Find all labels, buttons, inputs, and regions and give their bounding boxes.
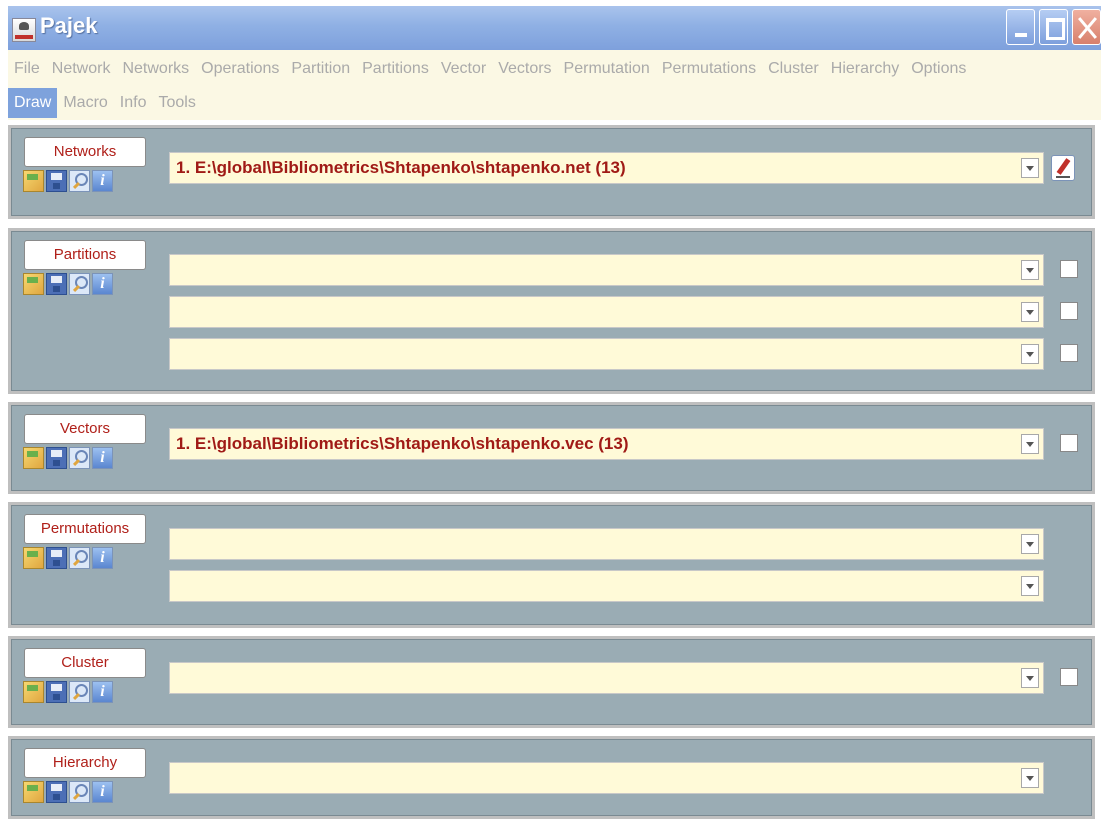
partition-select-3[interactable] xyxy=(169,338,1044,370)
view-icon[interactable] xyxy=(69,781,90,803)
open-icon[interactable] xyxy=(23,681,44,703)
chevron-down-icon[interactable] xyxy=(1021,534,1039,554)
hierarchy-panel: Hierarchy i xyxy=(8,736,1095,819)
partitions-panel: Partitions i xyxy=(8,228,1095,394)
title-bar: Pajek xyxy=(8,6,1101,50)
menu-bar: File Network Networks Operations Partiti… xyxy=(8,50,1101,120)
networks-panel: Networks i 1. E:\global\Bibliometrics\Sh… xyxy=(8,125,1095,219)
menu-macro[interactable]: Macro xyxy=(57,88,113,118)
info-icon[interactable]: i xyxy=(92,447,113,469)
chevron-down-icon[interactable] xyxy=(1021,668,1039,688)
view-icon[interactable] xyxy=(69,681,90,703)
menu-row-1: File Network Networks Operations Partiti… xyxy=(8,52,972,86)
menu-permutations[interactable]: Permutations xyxy=(656,54,762,84)
partition-checkbox-3[interactable] xyxy=(1060,344,1078,362)
view-icon[interactable] xyxy=(69,273,90,295)
menu-options[interactable]: Options xyxy=(905,54,972,84)
edit-network-icon[interactable] xyxy=(1051,155,1075,181)
partition-checkbox-2[interactable] xyxy=(1060,302,1078,320)
cluster-toolbar: i xyxy=(23,681,113,707)
info-icon[interactable]: i xyxy=(92,170,113,192)
menu-tools[interactable]: Tools xyxy=(152,88,201,118)
partitions-button[interactable]: Partitions xyxy=(24,240,146,270)
permutations-toolbar: i xyxy=(23,547,113,573)
open-icon[interactable] xyxy=(23,273,44,295)
view-icon[interactable] xyxy=(69,547,90,569)
permutation-select-1[interactable] xyxy=(169,528,1044,560)
menu-row-2: Draw Macro Info Tools xyxy=(8,86,202,120)
menu-networks[interactable]: Networks xyxy=(116,54,195,84)
networks-select[interactable]: 1. E:\global\Bibliometrics\Shtapenko\sht… xyxy=(169,152,1044,184)
networks-select-value: 1. E:\global\Bibliometrics\Shtapenko\sht… xyxy=(176,158,626,177)
open-icon[interactable] xyxy=(23,447,44,469)
open-icon[interactable] xyxy=(23,781,44,803)
networks-toolbar: i xyxy=(23,170,113,196)
networks-button[interactable]: Networks xyxy=(24,137,146,167)
cluster-select[interactable] xyxy=(169,662,1044,694)
vectors-select[interactable]: 1. E:\global\Bibliometrics\Shtapenko\sht… xyxy=(169,428,1044,460)
chevron-down-icon[interactable] xyxy=(1021,768,1039,788)
partition-checkbox-1[interactable] xyxy=(1060,260,1078,278)
cluster-button[interactable]: Cluster xyxy=(24,648,146,678)
chevron-down-icon[interactable] xyxy=(1021,344,1039,364)
partitions-toolbar: i xyxy=(23,273,113,299)
save-icon[interactable] xyxy=(46,547,67,569)
vectors-checkbox[interactable] xyxy=(1060,434,1078,452)
vectors-select-value: 1. E:\global\Bibliometrics\Shtapenko\sht… xyxy=(176,434,629,453)
view-icon[interactable] xyxy=(69,170,90,192)
chevron-down-icon[interactable] xyxy=(1021,434,1039,454)
menu-permutation[interactable]: Permutation xyxy=(558,54,656,84)
menu-vector[interactable]: Vector xyxy=(435,54,492,84)
permutation-select-2[interactable] xyxy=(169,570,1044,602)
open-icon[interactable] xyxy=(23,170,44,192)
permutations-panel: Permutations i xyxy=(8,502,1095,628)
close-button[interactable] xyxy=(1072,9,1101,45)
menu-file[interactable]: File xyxy=(8,54,46,84)
permutations-button[interactable]: Permutations xyxy=(24,514,146,544)
menu-hierarchy[interactable]: Hierarchy xyxy=(825,54,905,84)
menu-operations[interactable]: Operations xyxy=(195,54,285,84)
info-icon[interactable]: i xyxy=(92,681,113,703)
partition-select-2[interactable] xyxy=(169,296,1044,328)
menu-cluster[interactable]: Cluster xyxy=(762,54,825,84)
chevron-down-icon[interactable] xyxy=(1021,260,1039,280)
menu-partition[interactable]: Partition xyxy=(285,54,356,84)
menu-network[interactable]: Network xyxy=(46,54,117,84)
save-icon[interactable] xyxy=(46,170,67,192)
info-icon[interactable]: i xyxy=(92,273,113,295)
open-icon[interactable] xyxy=(23,547,44,569)
save-icon[interactable] xyxy=(46,781,67,803)
vectors-panel: Vectors i 1. E:\global\Bibliometrics\Sht… xyxy=(8,402,1095,494)
vectors-toolbar: i xyxy=(23,447,113,473)
menu-info[interactable]: Info xyxy=(114,88,153,118)
save-icon[interactable] xyxy=(46,447,67,469)
menu-draw[interactable]: Draw xyxy=(8,88,58,118)
info-icon[interactable]: i xyxy=(92,547,113,569)
chevron-down-icon[interactable] xyxy=(1021,158,1039,178)
partition-select-1[interactable] xyxy=(169,254,1044,286)
vectors-button[interactable]: Vectors xyxy=(24,414,146,444)
chevron-down-icon[interactable] xyxy=(1021,576,1039,596)
hierarchy-toolbar: i xyxy=(23,781,113,807)
menu-partitions[interactable]: Partitions xyxy=(356,54,435,84)
pajek-app-icon[interactable] xyxy=(12,18,36,42)
minimize-button[interactable] xyxy=(1006,9,1035,45)
cluster-panel: Cluster i xyxy=(8,636,1095,728)
hierarchy-select[interactable] xyxy=(169,762,1044,794)
view-icon[interactable] xyxy=(69,447,90,469)
save-icon[interactable] xyxy=(46,681,67,703)
menu-vectors[interactable]: Vectors xyxy=(492,54,557,84)
save-icon[interactable] xyxy=(46,273,67,295)
hierarchy-button[interactable]: Hierarchy xyxy=(24,748,146,778)
chevron-down-icon[interactable] xyxy=(1021,302,1039,322)
info-icon[interactable]: i xyxy=(92,781,113,803)
cluster-checkbox[interactable] xyxy=(1060,668,1078,686)
maximize-button[interactable] xyxy=(1039,9,1068,45)
window-title: Pajek xyxy=(40,13,98,38)
